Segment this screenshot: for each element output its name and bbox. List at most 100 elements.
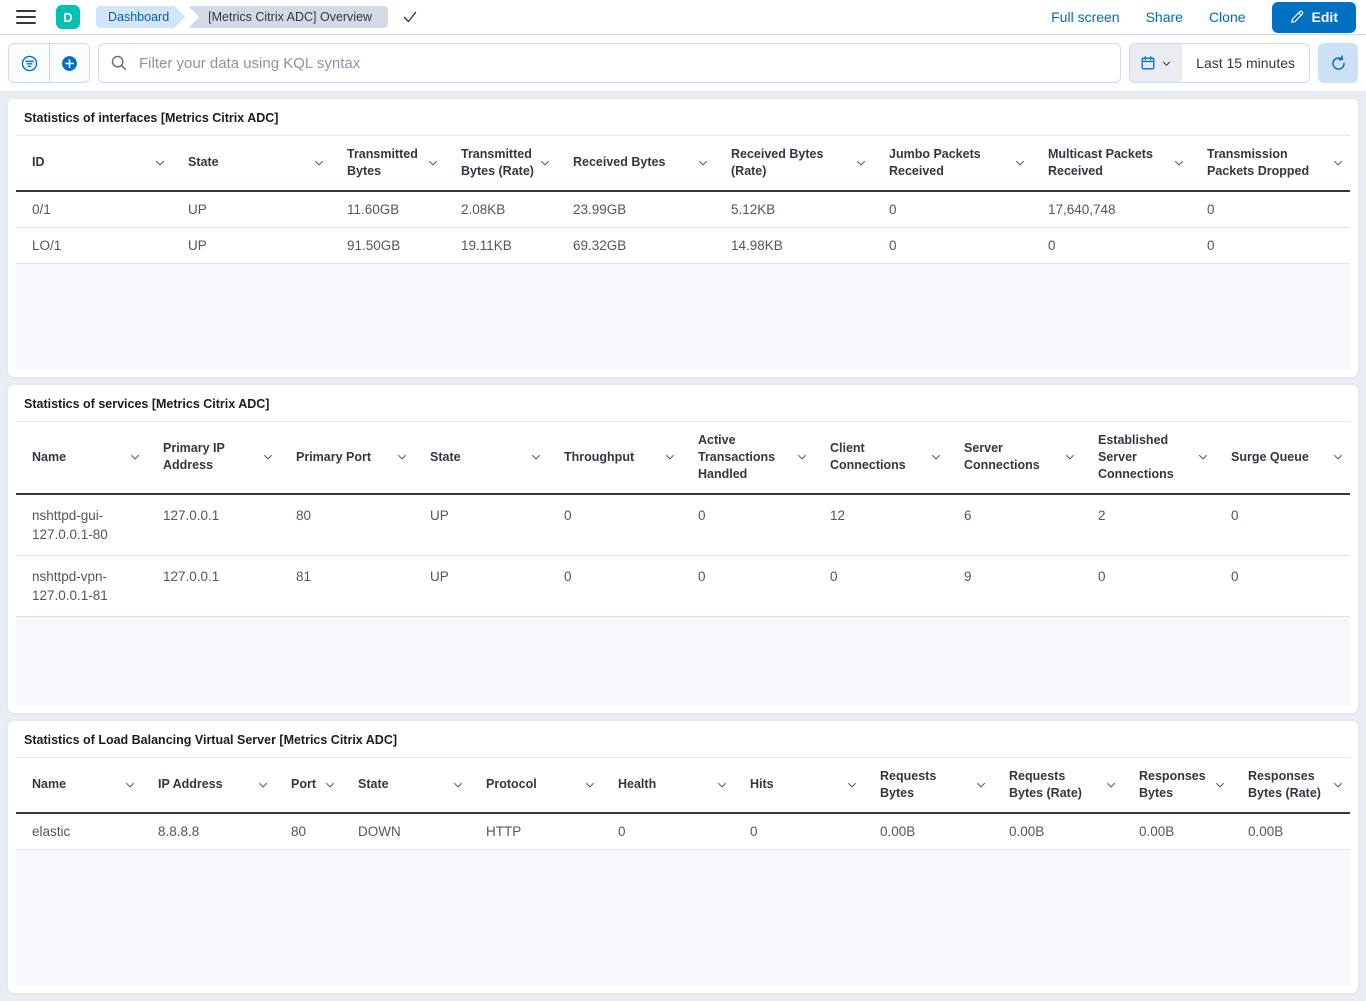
column-header-requests-bytes-rate[interactable]: Requests Bytes (Rate) bbox=[993, 758, 1123, 813]
column-menu-chevron-icon[interactable] bbox=[1332, 451, 1344, 463]
panel-title[interactable]: Statistics of interfaces [Metrics Citrix… bbox=[16, 107, 1350, 135]
add-filter-icon[interactable] bbox=[49, 44, 89, 82]
column-menu-chevron-icon[interactable] bbox=[427, 157, 439, 169]
column-header-primary-port[interactable]: Primary Port bbox=[280, 422, 414, 494]
column-header-active-transactions-handled[interactable]: Active Transactions Handled bbox=[682, 422, 814, 494]
query-bar: Last 15 minutes bbox=[0, 35, 1366, 91]
cell-transmitted-bytes: 91.50GB bbox=[331, 227, 445, 263]
column-menu-chevron-icon[interactable] bbox=[530, 451, 542, 463]
space-avatar[interactable]: D bbox=[56, 5, 80, 29]
column-menu-chevron-icon[interactable] bbox=[1332, 157, 1344, 169]
column-header-state[interactable]: State bbox=[342, 758, 470, 813]
column-header-label: Established Server Connections bbox=[1098, 432, 1193, 483]
column-menu-chevron-icon[interactable] bbox=[396, 451, 408, 463]
column-menu-chevron-icon[interactable] bbox=[1064, 451, 1076, 463]
column-header-responses-bytes-rate[interactable]: Responses Bytes (Rate) bbox=[1232, 758, 1350, 813]
column-header-label: State bbox=[188, 154, 309, 171]
cell-primary-ip-address: 127.0.0.1 bbox=[147, 494, 280, 556]
table-row: 0/1UP11.60GB2.08KB23.99GB5.12KB017,640,7… bbox=[16, 191, 1350, 228]
edit-button[interactable]: Edit bbox=[1272, 2, 1356, 33]
column-menu-chevron-icon[interactable] bbox=[930, 451, 942, 463]
kql-search-input[interactable] bbox=[98, 43, 1121, 83]
cell-name: nshttpd-vpn-127.0.0.1-81 bbox=[16, 555, 147, 616]
panel-title[interactable]: Statistics of Load Balancing Virtual Ser… bbox=[16, 729, 1350, 757]
column-header-received-bytes-rate[interactable]: Received Bytes (Rate) bbox=[715, 136, 873, 191]
column-menu-chevron-icon[interactable] bbox=[262, 451, 274, 463]
cell-client-connections: 12 bbox=[814, 494, 948, 556]
breadcrumb-dashboard[interactable]: Dashboard bbox=[96, 6, 185, 28]
column-menu-chevron-icon[interactable] bbox=[1332, 779, 1344, 791]
column-menu-chevron-icon[interactable] bbox=[539, 157, 551, 169]
cell-established-server-connections: 2 bbox=[1082, 494, 1215, 556]
column-menu-chevron-icon[interactable] bbox=[452, 779, 464, 791]
column-menu-chevron-icon[interactable] bbox=[664, 451, 676, 463]
column-menu-chevron-icon[interactable] bbox=[124, 779, 136, 791]
refresh-icon bbox=[1330, 55, 1347, 72]
menu-icon[interactable] bbox=[16, 10, 36, 24]
cell-jumbo-packets-received: 0 bbox=[873, 191, 1032, 228]
refresh-button[interactable] bbox=[1318, 43, 1358, 83]
time-range-value[interactable]: Last 15 minutes bbox=[1182, 44, 1309, 82]
column-header-label: Name bbox=[32, 776, 120, 793]
column-menu-chevron-icon[interactable] bbox=[313, 157, 325, 169]
column-header-throughput[interactable]: Throughput bbox=[548, 422, 682, 494]
column-header-protocol[interactable]: Protocol bbox=[470, 758, 602, 813]
column-menu-chevron-icon[interactable] bbox=[324, 779, 336, 791]
cell-responses-bytes: 0.00B bbox=[1123, 813, 1232, 850]
share-button[interactable]: Share bbox=[1146, 9, 1183, 25]
column-header-transmitted-bytes-rate[interactable]: Transmitted Bytes (Rate) bbox=[445, 136, 557, 191]
column-header-label: Port bbox=[291, 776, 320, 793]
column-header-transmitted-bytes[interactable]: Transmitted Bytes bbox=[331, 136, 445, 191]
panel-statistics-of-lb-virtual-server: Statistics of Load Balancing Virtual Ser… bbox=[8, 721, 1358, 993]
saved-query-filter-icon[interactable] bbox=[9, 44, 49, 82]
column-menu-chevron-icon[interactable] bbox=[257, 779, 269, 791]
column-menu-chevron-icon[interactable] bbox=[796, 451, 808, 463]
column-header-established-server-connections[interactable]: Established Server Connections bbox=[1082, 422, 1215, 494]
column-menu-chevron-icon[interactable] bbox=[855, 157, 867, 169]
column-header-port[interactable]: Port bbox=[275, 758, 342, 813]
column-header-jumbo-packets-received[interactable]: Jumbo Packets Received bbox=[873, 136, 1032, 191]
panel-title[interactable]: Statistics of services [Metrics Citrix A… bbox=[16, 393, 1350, 421]
cell-established-server-connections: 0 bbox=[1082, 555, 1215, 616]
column-menu-chevron-icon[interactable] bbox=[975, 779, 987, 791]
column-menu-chevron-icon[interactable] bbox=[129, 451, 141, 463]
column-menu-chevron-icon[interactable] bbox=[584, 779, 596, 791]
clone-button[interactable]: Clone bbox=[1209, 9, 1246, 25]
column-header-label: Jumbo Packets Received bbox=[889, 146, 1010, 180]
column-menu-chevron-icon[interactable] bbox=[716, 779, 728, 791]
column-header-name[interactable]: Name bbox=[16, 422, 147, 494]
column-menu-chevron-icon[interactable] bbox=[154, 157, 166, 169]
column-menu-chevron-icon[interactable] bbox=[1214, 779, 1226, 791]
full-screen-button[interactable]: Full screen bbox=[1051, 9, 1119, 25]
table-header-row: Name Primary IP Address Primary Port StateT… bbox=[16, 422, 1350, 494]
column-header-name[interactable]: Name bbox=[16, 758, 142, 813]
column-menu-chevron-icon[interactable] bbox=[846, 779, 858, 791]
column-header-hits[interactable]: Hits bbox=[734, 758, 864, 813]
cell-server-connections: 6 bbox=[948, 494, 1082, 556]
column-header-primary-ip-address[interactable]: Primary IP Address bbox=[147, 422, 280, 494]
calendar-quick-select[interactable] bbox=[1130, 44, 1182, 82]
column-menu-chevron-icon[interactable] bbox=[697, 157, 709, 169]
column-header-id[interactable]: ID bbox=[16, 136, 172, 191]
column-header-multicast-packets-received[interactable]: Multicast Packets Received bbox=[1032, 136, 1191, 191]
column-header-state[interactable]: State bbox=[414, 422, 548, 494]
column-header-server-connections[interactable]: Server Connections bbox=[948, 422, 1082, 494]
chevron-down-icon bbox=[1161, 58, 1172, 69]
column-header-health[interactable]: Health bbox=[602, 758, 734, 813]
column-menu-chevron-icon[interactable] bbox=[1173, 157, 1185, 169]
table-row: nshttpd-gui-127.0.0.1-80127.0.0.180UP001… bbox=[16, 494, 1350, 556]
cell-transmitted-bytes-rate: 19.11KB bbox=[445, 227, 557, 263]
column-header-ip-address[interactable]: IP Address bbox=[142, 758, 275, 813]
column-header-transmission-packets-dropped[interactable]: Transmission Packets Dropped bbox=[1191, 136, 1350, 191]
column-header-client-connections[interactable]: Client Connections bbox=[814, 422, 948, 494]
column-menu-chevron-icon[interactable] bbox=[1105, 779, 1117, 791]
column-header-received-bytes[interactable]: Received Bytes bbox=[557, 136, 715, 191]
column-header-state[interactable]: State bbox=[172, 136, 331, 191]
column-menu-chevron-icon[interactable] bbox=[1197, 451, 1209, 463]
column-header-label: Name bbox=[32, 449, 125, 466]
column-header-responses-bytes[interactable]: Responses Bytes bbox=[1123, 758, 1232, 813]
column-header-surge-queue[interactable]: Surge Queue bbox=[1215, 422, 1350, 494]
column-header-label: Primary Port bbox=[296, 449, 392, 466]
column-menu-chevron-icon[interactable] bbox=[1014, 157, 1026, 169]
column-header-requests-bytes[interactable]: Requests Bytes bbox=[864, 758, 993, 813]
